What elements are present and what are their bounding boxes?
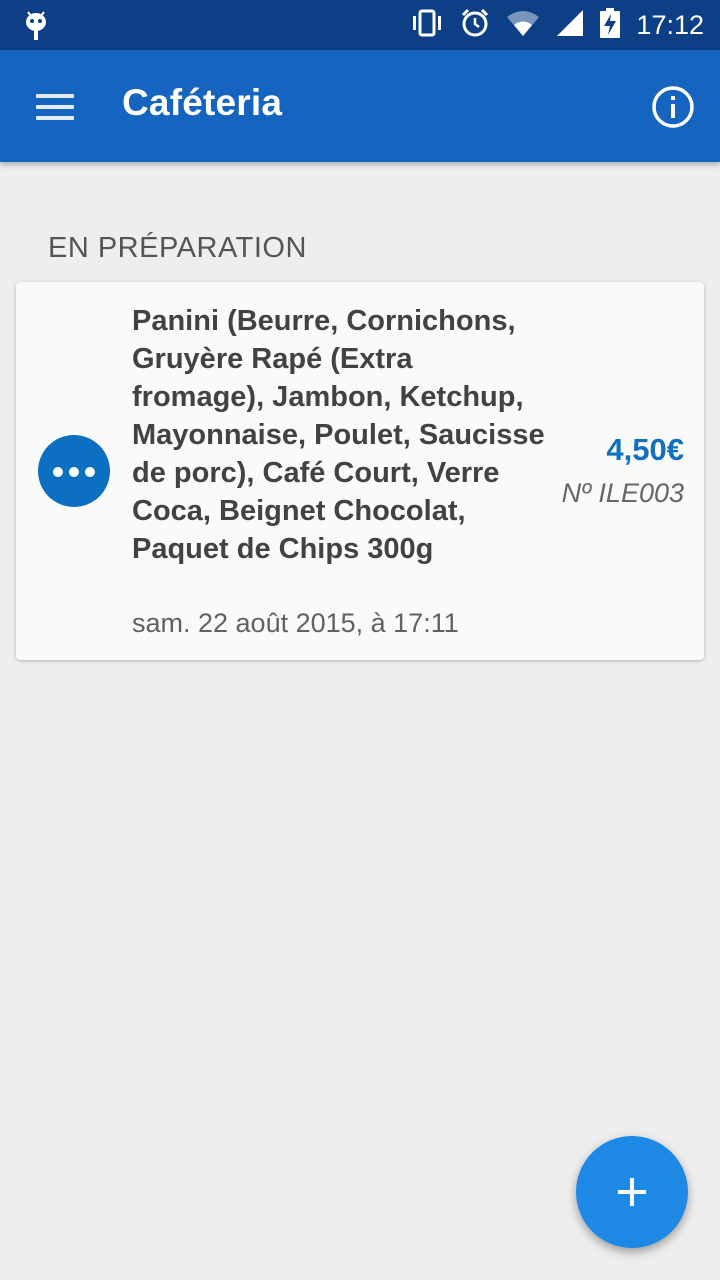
order-date: sam. 22 août 2015, à 17:11 xyxy=(132,608,459,638)
app-bar: Caféteria xyxy=(0,50,720,162)
order-items: Panini (Beurre, Cornichons, Gruyère Rapé… xyxy=(132,305,545,565)
section-title: EN PRÉPARATION xyxy=(48,232,307,264)
order-number: Nº ILE003 xyxy=(561,478,684,508)
status-time: 17:12 xyxy=(636,9,704,40)
status-bar: 17:12 xyxy=(0,0,720,50)
order-card[interactable]: Panini (Beurre, Cornichons, Gruyère Rapé… xyxy=(16,282,704,660)
order-price: 4,50€ xyxy=(606,432,684,467)
more-dots-icon xyxy=(38,435,110,507)
vibrate-icon xyxy=(410,8,444,43)
hamburger-menu-icon[interactable] xyxy=(28,84,84,128)
page-title: Caféteria xyxy=(122,82,283,123)
android-debug-icon xyxy=(22,8,50,47)
wifi-icon xyxy=(506,9,540,42)
alarm-icon xyxy=(460,8,490,43)
info-icon[interactable] xyxy=(650,84,696,130)
battery-charging-icon xyxy=(600,7,621,43)
add-order-button[interactable] xyxy=(576,1136,688,1248)
signal-icon xyxy=(556,9,584,42)
